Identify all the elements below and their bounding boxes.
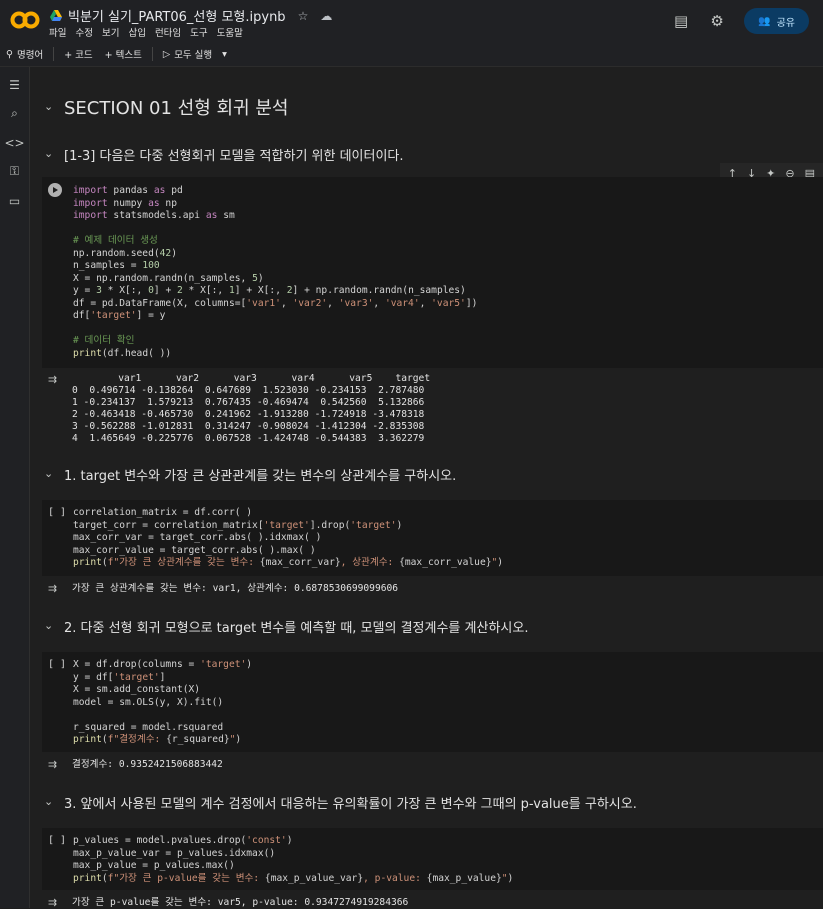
menu-view[interactable]: 보기 (102, 25, 119, 39)
search-icon: ⚲ (6, 48, 13, 60)
output-toggle-icon[interactable]: ⇉ (48, 896, 57, 909)
code-cell[interactable]: [ ] X = df.drop(columns = 'target') y = … (42, 652, 823, 752)
people-icon: 👥 (758, 15, 771, 27)
code-cell[interactable]: [ ] correlation_matrix = df.corr( ) targ… (42, 500, 823, 576)
command-palette-button[interactable]: ⚲ 명령어 (0, 47, 49, 62)
cell-exec-count[interactable]: [ ] (48, 659, 66, 670)
settings-gear-icon[interactable]: ⚙ (708, 12, 726, 30)
star-icon[interactable]: ☆ (298, 9, 309, 23)
intro-text: [1-3] 다음은 다중 선형회귀 모델을 적합하기 위한 데이터이다. (64, 149, 404, 164)
menu-help[interactable]: 도움말 (217, 25, 243, 39)
code-editor[interactable]: import pandas as pd import numpy as np i… (73, 185, 477, 360)
run-all-button[interactable]: ▷ 모두 실행 ▾ (157, 47, 233, 62)
cell-exec-count[interactable]: [ ] (48, 507, 66, 518)
question-3: 3. 앞에서 사용된 모델의 계수 검정에서 대응하는 유의확률이 가장 큰 변… (64, 797, 637, 812)
table-of-contents-icon[interactable]: ☰ (7, 77, 22, 92)
menu-runtime[interactable]: 런타임 (155, 25, 181, 39)
menu-insert[interactable]: 삽입 (128, 25, 145, 39)
output-toggle-icon[interactable]: ⇉ (48, 373, 57, 386)
code-cell[interactable]: [ ] p_values = model.pvalues.drop('const… (42, 828, 823, 890)
run-cell-button[interactable] (48, 183, 62, 197)
drive-icon (50, 10, 62, 21)
output-toggle-icon[interactable]: ⇉ (48, 582, 57, 595)
share-button[interactable]: 👥 공유 (744, 8, 809, 34)
dataframe-output: var1 var2 var3 var4 var5 target 0 0.4967… (72, 373, 431, 444)
collapse-chevron-icon[interactable]: ⌄ (44, 100, 53, 113)
output-toggle-icon[interactable]: ⇉ (48, 758, 57, 771)
share-label: 공유 (776, 17, 795, 29)
add-code-label: + 코드 (64, 50, 93, 61)
menu-tools[interactable]: 도구 (190, 25, 207, 39)
colab-logo-icon[interactable] (10, 10, 40, 30)
files-folder-icon[interactable]: ▭ (7, 193, 22, 208)
play-icon (53, 187, 58, 193)
menu-file[interactable]: 파일 (49, 25, 66, 39)
secrets-key-icon[interactable]: ⚿ (7, 164, 22, 179)
play-icon: ▷ (162, 48, 171, 60)
collapse-chevron-icon[interactable]: ⌄ (44, 795, 53, 808)
code-editor[interactable]: p_values = model.pvalues.drop('const') m… (73, 835, 513, 885)
app-header: 빅분기 실기_PART06_선형 모형.ipynb ☆ ☁ 파일 수정 보기 삽… (0, 0, 823, 43)
question-2: 2. 다중 선형 회귀 모형으로 target 변수를 예측할 때, 모델의 결… (64, 621, 529, 636)
run-all-label: 모두 실행 (174, 50, 213, 61)
code-editor[interactable]: correlation_matrix = df.corr( ) target_c… (73, 507, 503, 570)
code-cell[interactable]: import pandas as pd import numpy as np i… (42, 177, 823, 368)
output-text: 가장 큰 p-value를 갖는 변수: var5, p-value: 0.93… (72, 897, 409, 908)
comments-icon[interactable]: ▤ (672, 12, 690, 30)
find-replace-icon[interactable]: ⌕ (7, 106, 22, 121)
section-title: SECTION 01 선형 회귀 분석 (64, 98, 289, 119)
code-snippets-icon[interactable]: <> (4, 135, 24, 150)
menu-bar: 파일 수정 보기 삽입 런타임 도구 도움말 (49, 25, 243, 39)
output-text: 결정계수: 0.9352421506883442 (72, 759, 223, 770)
add-code-button[interactable]: + 코드 (58, 47, 98, 61)
output-text: 가장 큰 상관계수를 갖는 변수: var1, 상관계수: 0.68785306… (72, 583, 399, 594)
add-text-label: + 텍스트 (104, 50, 142, 61)
question-1: 1. target 변수와 가장 큰 상관관계를 갖는 변수의 상관계수를 구하… (64, 469, 457, 484)
add-text-button[interactable]: + 텍스트 (99, 47, 148, 61)
cloud-icon[interactable]: ☁ (320, 9, 332, 23)
dropdown-caret-icon[interactable]: ▾ (222, 49, 227, 60)
toolbar-divider (151, 47, 153, 61)
cell-exec-count[interactable]: [ ] (48, 835, 66, 846)
notebook-toolbar: ⚲ 명령어 + 코드 + 텍스트 ▷ 모두 실행 ▾ (0, 42, 823, 67)
menu-edit[interactable]: 수정 (75, 25, 92, 39)
code-editor[interactable]: X = df.drop(columns = 'target') y = df['… (73, 659, 252, 747)
notebook-main: ⌄ SECTION 01 선형 회귀 분석 ⌄ [1-3] 다음은 다중 선형회… (30, 67, 823, 909)
collapse-chevron-icon[interactable]: ⌄ (44, 619, 53, 632)
left-sidebar: ☰ ⌕ <> ⚿ ▭ (0, 67, 30, 908)
toolbar-divider (53, 47, 55, 61)
command-label: 명령어 (16, 50, 44, 61)
collapse-chevron-icon[interactable]: ⌄ (44, 147, 53, 160)
collapse-chevron-icon[interactable]: ⌄ (44, 467, 53, 480)
notebook-title[interactable]: 빅분기 실기_PART06_선형 모형.ipynb (68, 6, 286, 25)
